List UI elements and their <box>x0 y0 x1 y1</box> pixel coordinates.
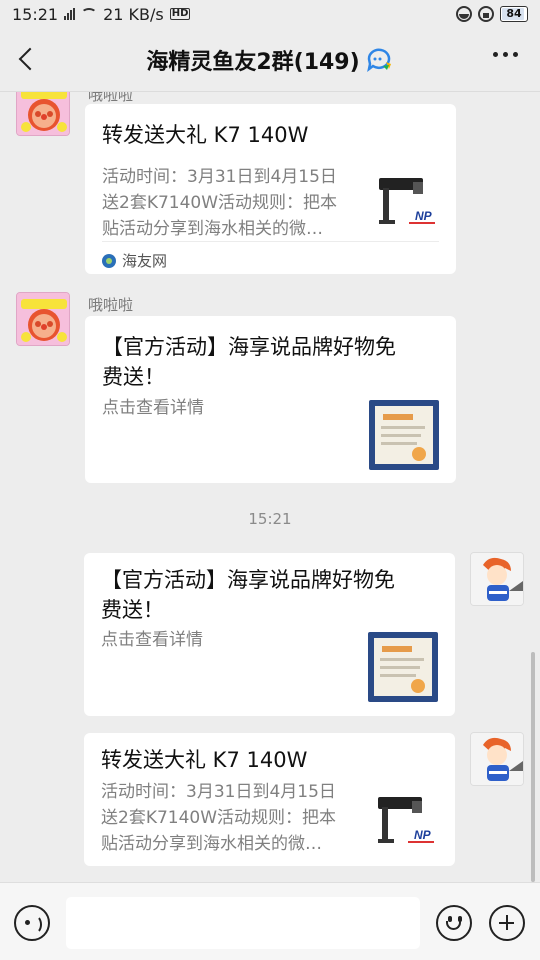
card-desc-line: 贴活动分享到海水相关的微… <box>101 834 322 854</box>
link-card[interactable]: 转发送大礼 K7 140W 活动时间：3月31日到4月15日 送2套K7140W… <box>85 104 456 274</box>
emoji-icon[interactable] <box>436 905 472 941</box>
battery-level: 84 <box>506 7 522 20</box>
thumb-logo-text: NP <box>415 209 433 223</box>
input-bar <box>0 882 540 960</box>
signal-icon <box>64 8 76 20</box>
avatar[interactable] <box>16 292 70 346</box>
card-title: 转发送大礼 K7 140W <box>101 748 308 772</box>
card-title-line: 费送！ <box>102 365 165 389</box>
card-thumbnail: NP <box>369 162 439 232</box>
card-desc-line: 送2套K7140W活动规则：把本 <box>101 808 337 828</box>
avatar[interactable] <box>16 92 70 136</box>
wifi-icon <box>81 8 98 20</box>
data-saver-icon <box>456 6 472 22</box>
message-list: 哦啦啦 转发送大礼 K7 140W 活动时间：3月31日到4月15日 送2套K7… <box>0 92 540 882</box>
back-arrow-icon[interactable] <box>14 46 42 74</box>
hd-badge: HD <box>169 8 191 20</box>
card-thumbnail <box>369 400 439 470</box>
more-dots-icon[interactable] <box>493 52 518 57</box>
plus-icon[interactable] <box>489 905 525 941</box>
enterprise-chat-icon <box>366 48 394 72</box>
sender-name: 哦啦啦 <box>88 296 134 314</box>
source-logo-icon <box>102 253 116 268</box>
status-bar: 15:21 21 KB/s HD 84 <box>0 0 540 28</box>
card-source: 海友网 <box>102 250 167 271</box>
thumb-logo-text: NP <box>414 828 432 842</box>
message-timestamp: 15:21 <box>248 510 292 528</box>
link-card[interactable]: 【官方活动】海享说品牌好物免 费送！ 点击查看详情 <box>85 316 456 483</box>
chat-title: 海精灵鱼友2群(149) <box>146 49 360 75</box>
card-divider <box>102 241 439 242</box>
voice-icon[interactable] <box>14 905 50 941</box>
link-card[interactable]: 【官方活动】海享说品牌好物免 费送！ 点击查看详情 <box>84 553 455 716</box>
network-speed: 21 KB/s <box>103 4 164 24</box>
card-title-line: 费送！ <box>101 598 164 622</box>
link-card[interactable]: 转发送大礼 K7 140W 活动时间：3月31日到4月15日 送2套K7140W… <box>84 733 455 866</box>
scrollbar[interactable] <box>531 652 535 882</box>
chat-title-wrap: 海精灵鱼友2群(149) <box>146 44 393 76</box>
card-thumbnail <box>368 632 438 702</box>
status-time: 15:21 <box>12 4 59 24</box>
card-title-line: 【官方活动】海享说品牌好物免 <box>102 335 396 359</box>
avatar[interactable] <box>470 552 524 606</box>
card-source-name: 海友网 <box>122 252 168 270</box>
card-thumbnail: NP <box>368 781 438 851</box>
card-desc: 点击查看详情 <box>102 398 204 418</box>
card-desc: 点击查看详情 <box>101 630 203 650</box>
card-desc-line: 活动时间：3月31日到4月15日 <box>102 167 337 187</box>
message-input[interactable] <box>66 897 420 949</box>
card-desc-line: 贴活动分享到海水相关的微… <box>102 219 323 239</box>
card-title: 转发送大礼 K7 140W <box>102 123 309 147</box>
battery-icon: 84 <box>500 6 528 22</box>
avatar[interactable] <box>470 732 524 786</box>
chat-header: 海精灵鱼友2群(149) <box>0 28 540 92</box>
lock-icon <box>478 6 494 22</box>
card-desc-line: 送2套K7140W活动规则：把本 <box>102 193 338 213</box>
card-desc-line: 活动时间：3月31日到4月15日 <box>101 782 336 802</box>
card-title-line: 【官方活动】海享说品牌好物免 <box>101 568 395 592</box>
